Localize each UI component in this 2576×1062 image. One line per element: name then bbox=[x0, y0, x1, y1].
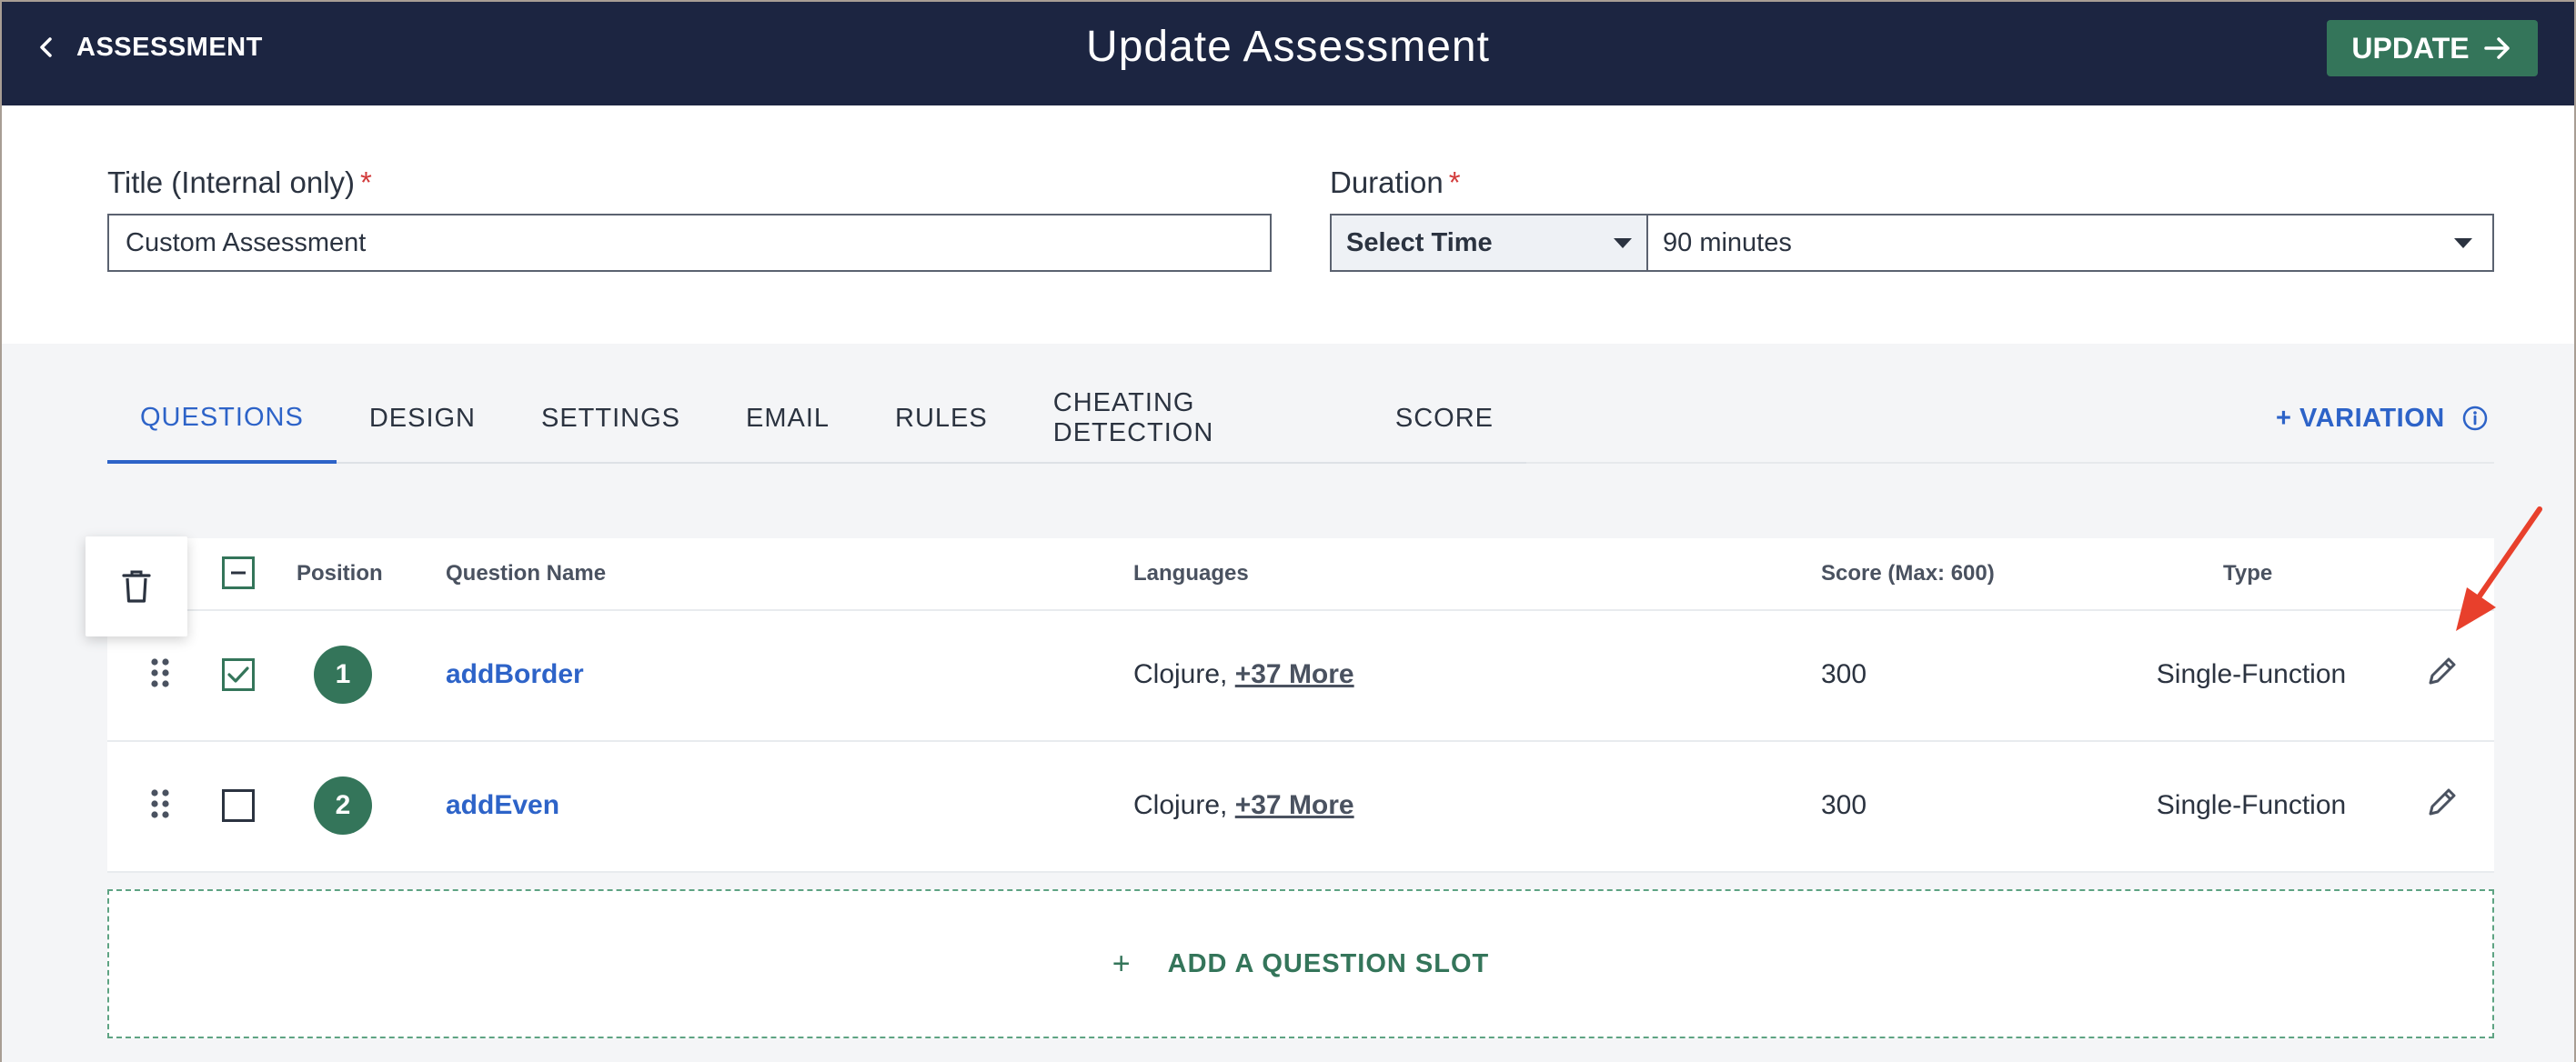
pencil-icon[interactable] bbox=[2423, 652, 2461, 690]
update-button[interactable]: UPDATE bbox=[2327, 20, 2538, 76]
arrow-right-icon bbox=[2483, 37, 2510, 59]
title-field-label: Title (Internal only) * bbox=[107, 165, 372, 200]
title-label-text: Title (Internal only) bbox=[107, 165, 356, 199]
position-badge: 2 bbox=[314, 776, 372, 835]
languages-cell: Clojure, +37 More bbox=[1133, 790, 1354, 821]
info-icon[interactable] bbox=[2461, 405, 2489, 432]
tab-bar: QUESTIONS DESIGN SETTINGS EMAIL RULES CH… bbox=[107, 375, 1526, 464]
select-all-checkbox[interactable] bbox=[222, 556, 255, 589]
column-header-position[interactable]: Position bbox=[297, 551, 383, 596]
tab-settings[interactable]: SETTINGS bbox=[508, 375, 713, 462]
duration-value: 90 minutes bbox=[1663, 227, 1792, 257]
tab-rules[interactable]: RULES bbox=[862, 375, 1021, 462]
row-checkbox[interactable] bbox=[222, 658, 255, 691]
row-divider bbox=[107, 871, 2494, 873]
position-badge: 1 bbox=[314, 646, 372, 704]
row-divider bbox=[107, 609, 2494, 611]
add-variation-button[interactable]: + VARIATION bbox=[2276, 398, 2489, 438]
language-name: Clojure, bbox=[1133, 790, 1228, 820]
top-bar: ASSESSMENT Update Assessment UPDATE bbox=[2, 2, 2574, 105]
column-header-languages[interactable]: Languages bbox=[1133, 551, 1249, 596]
update-label: UPDATE bbox=[2351, 31, 2470, 65]
column-header-type[interactable]: Type bbox=[2223, 551, 2272, 596]
languages-cell: Clojure, +37 More bbox=[1133, 659, 1354, 690]
score-cell: 300 bbox=[1821, 790, 1867, 820]
column-header-score[interactable]: Score (Max: 600) bbox=[1821, 551, 1995, 596]
plus-icon: + bbox=[1112, 946, 1132, 981]
pencil-icon[interactable] bbox=[2423, 783, 2461, 821]
variation-label: + VARIATION bbox=[2276, 403, 2445, 433]
add-slot-label: ADD A QUESTION SLOT bbox=[1167, 948, 1490, 978]
tab-questions[interactable]: QUESTIONS bbox=[107, 375, 337, 464]
page-title: Update Assessment bbox=[1086, 23, 1490, 71]
caret-down-icon bbox=[1614, 237, 1632, 248]
type-cell: Single-Function bbox=[2156, 659, 2347, 689]
row-checkbox[interactable] bbox=[222, 789, 255, 822]
question-name[interactable]: addBorder bbox=[446, 659, 584, 689]
time-unit-value: Select Time bbox=[1346, 227, 1493, 257]
row-divider bbox=[107, 740, 2494, 742]
drag-handle-icon[interactable] bbox=[149, 787, 171, 820]
more-languages-link[interactable]: +37 More bbox=[1235, 790, 1354, 820]
tab-design[interactable]: DESIGN bbox=[337, 375, 508, 462]
column-header-question-name[interactable]: Question Name bbox=[446, 551, 606, 596]
duration-label-text: Duration bbox=[1330, 165, 1444, 199]
tab-cheating-detection[interactable]: CHEATING DETECTION bbox=[1021, 375, 1363, 462]
language-name: Clojure, bbox=[1133, 659, 1228, 689]
tabs-divider bbox=[1526, 462, 2494, 464]
delete-selected-button[interactable] bbox=[86, 536, 187, 636]
question-name-link[interactable]: addEven bbox=[446, 790, 559, 821]
caret-down-icon bbox=[2454, 237, 2472, 248]
question-name-link[interactable]: addBorder bbox=[446, 659, 584, 690]
checkmark-icon bbox=[227, 666, 249, 683]
type-cell: Single-Function bbox=[2156, 790, 2347, 820]
duration-field-label: Duration * bbox=[1330, 165, 1461, 200]
questions-table: Position Question Name Languages Score (… bbox=[107, 538, 2494, 873]
time-unit-select[interactable]: Select Time bbox=[1330, 214, 1648, 272]
trash-icon bbox=[122, 570, 151, 603]
back-label: ASSESSMENT bbox=[76, 32, 263, 62]
drag-handle-icon[interactable] bbox=[149, 656, 171, 689]
tab-score[interactable]: SCORE bbox=[1363, 375, 1526, 462]
red-arrow-icon bbox=[2456, 506, 2542, 631]
question-name[interactable]: addEven bbox=[446, 790, 559, 820]
required-marker: * bbox=[360, 165, 372, 199]
minus-icon bbox=[231, 571, 246, 575]
duration-select[interactable]: 90 minutes bbox=[1646, 214, 2494, 272]
title-input[interactable]: Custom Assessment bbox=[107, 214, 1272, 272]
required-marker: * bbox=[1448, 165, 1461, 199]
more-languages-link[interactable]: +37 More bbox=[1235, 659, 1354, 689]
score-cell: 300 bbox=[1821, 659, 1867, 689]
chevron-left-icon bbox=[40, 37, 52, 57]
tab-email[interactable]: EMAIL bbox=[713, 375, 862, 462]
add-question-slot-button[interactable]: + ADD A QUESTION SLOT bbox=[107, 889, 2494, 1038]
back-to-assessment-link[interactable]: ASSESSMENT bbox=[36, 29, 263, 65]
